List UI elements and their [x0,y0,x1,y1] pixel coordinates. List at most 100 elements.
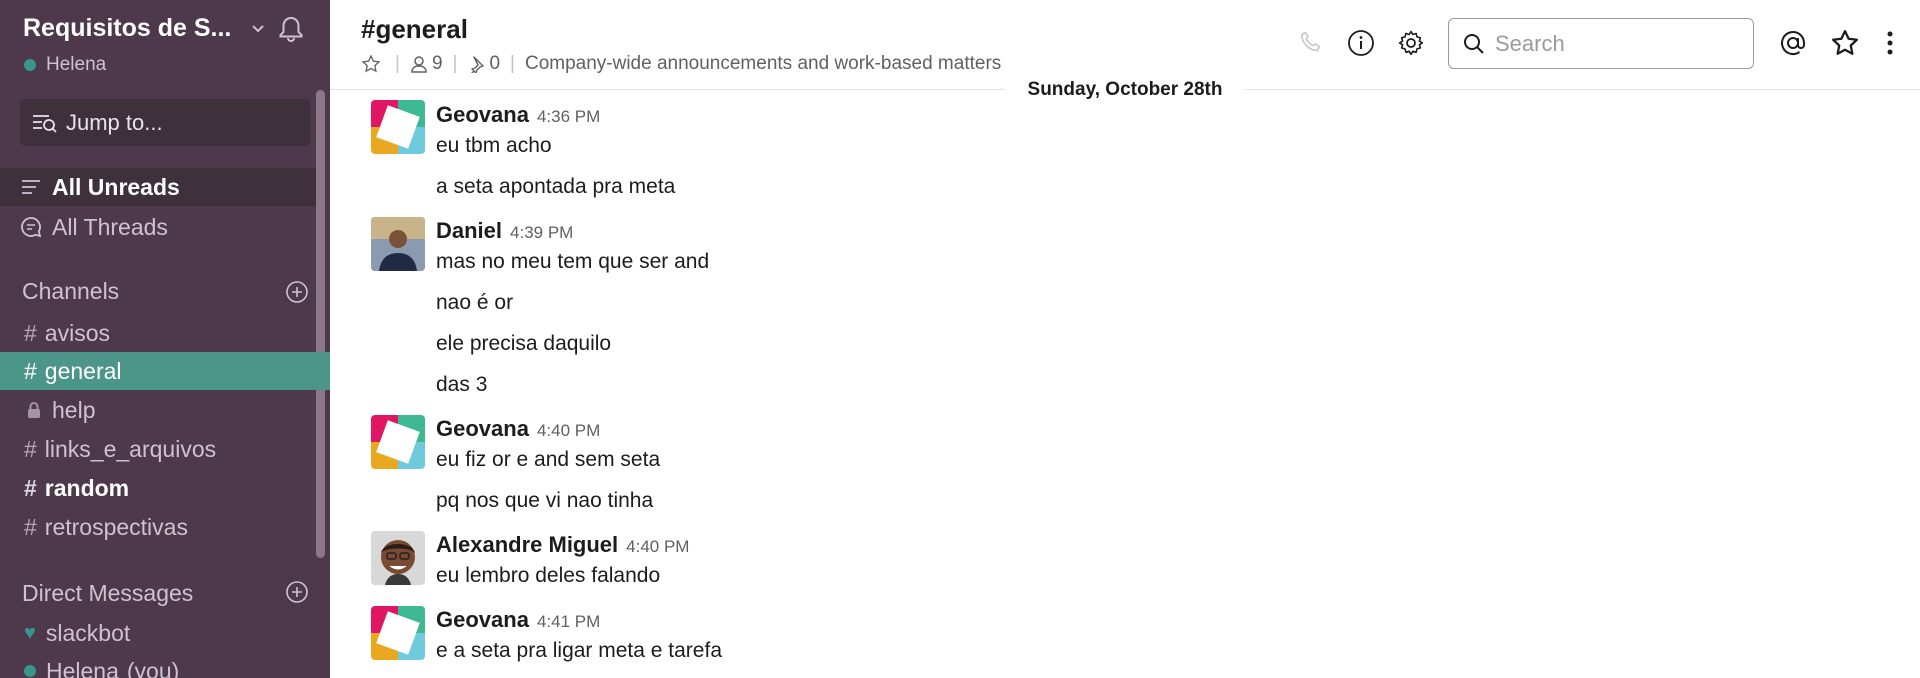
member-count: 9 [431,53,443,74]
message-text: e a seta pra ligar meta e tarefa [436,639,722,662]
channel-label: links_e_arquivos [44,435,217,462]
search-input[interactable] [1495,30,1735,57]
chevron-down-icon[interactable] [250,20,266,36]
user-photo-icon [371,531,425,585]
pinned-count-button[interactable]: 0 [467,53,500,75]
jump-to-input[interactable]: Jump to... [20,99,310,146]
more-options-button[interactable] [1875,28,1905,58]
add-direct-message-icon[interactable] [285,580,309,604]
heart-icon: ♥ [24,621,36,644]
channel-meta: | 9 | 0 | Company-wide announcements and… [361,53,1001,75]
member-icon [411,56,427,73]
message-timestamp[interactable]: 4:40 PM [626,537,689,557]
presence-dot-icon [24,59,36,71]
sidebar-item-random[interactable]: # random [0,469,330,507]
pinned-count: 0 [489,53,501,74]
message-text: pq nos que vi nao tinha [436,489,654,512]
sidebar-item-avisos[interactable]: # avisos [0,314,330,352]
message-text: nao é or [436,291,514,314]
member-count-button[interactable]: 9 [410,53,443,75]
team-name[interactable]: Requisitos de S... [23,14,231,43]
dm-label: slackbot [45,619,131,646]
current-user-name: Helena [46,54,107,75]
meta-separator: | [452,53,458,74]
threads-icon [20,216,42,238]
channels-heading[interactable]: Channels [22,278,119,305]
sidebar-item-retrospectivas[interactable]: # retrospectivas [0,508,330,546]
avatar[interactable] [371,606,425,660]
at-sign-icon [1781,31,1805,55]
user-presence[interactable]: Helena [24,54,106,76]
message-header: Geovana 4:36 PM [436,102,600,128]
message-timestamp[interactable]: 4:41 PM [537,612,600,632]
message-list: Geovana 4:36 PM eu tbm acho a seta apont… [330,90,1920,678]
star-icon [361,54,381,73]
message-text: das 3 [436,373,488,396]
message-author[interactable]: Alexandre Miguel [436,532,618,558]
sidebar-item-slackbot[interactable]: ♥ slackbot [0,614,330,652]
gear-icon [1398,30,1424,56]
hash-icon: # [24,513,37,540]
lock-icon [28,402,40,418]
jump-to-placeholder: Jump to... [66,109,163,135]
channel-label: general [44,357,122,384]
star-icon [1832,30,1858,55]
direct-messages-heading[interactable]: Direct Messages [22,580,193,607]
hash-icon: # [24,357,37,384]
avatar[interactable] [371,415,425,469]
user-photo-icon [371,217,425,271]
avatar[interactable] [371,531,425,585]
search-icon [1464,33,1484,54]
search-field[interactable] [1448,18,1754,69]
message-author[interactable]: Geovana [436,102,529,128]
avatar[interactable] [371,217,425,271]
call-button[interactable] [1296,28,1326,58]
unreads-icon [20,176,42,198]
sidebar-item-helena[interactable]: Helena (you) [0,652,330,678]
message-header: Alexandre Miguel 4:40 PM [436,532,689,558]
slack-logo-avatar-icon [371,606,425,660]
message-timestamp[interactable]: 4:36 PM [537,107,600,127]
dm-you-suffix: (you) [126,657,180,678]
message-header: Daniel 4:39 PM [436,218,573,244]
message-text: ele precisa daquilo [436,332,612,355]
avatar[interactable] [371,100,425,154]
message-timestamp[interactable]: 4:40 PM [537,421,600,441]
message-header: Geovana 4:40 PM [436,416,600,442]
bell-icon[interactable] [276,14,306,44]
channel-label: retrospectivas [44,513,188,540]
message-author[interactable]: Daniel [436,218,502,244]
message-text: eu tbm acho [436,134,552,157]
presence-dot-icon [24,665,36,677]
sidebar-item-general[interactable]: # general [0,352,330,390]
message-timestamp[interactable]: 4:39 PM [510,223,573,243]
message-text: eu fiz or e and sem seta [436,448,661,471]
sidebar-item-label: All Unreads [52,173,180,200]
channel-settings-button[interactable] [1396,28,1426,58]
message-text: a seta apontada pra meta [436,175,676,198]
hash-icon: # [24,474,37,501]
mentions-button[interactable] [1778,28,1808,58]
slack-logo-avatar-icon [371,100,425,154]
sidebar-item-links-e-arquivos[interactable]: # links_e_arquivos [0,430,330,468]
star-channel-button[interactable] [361,54,385,74]
sidebar-item-all-threads[interactable]: All Threads [0,208,316,246]
message-header: Geovana 4:41 PM [436,607,600,633]
channel-label: avisos [44,319,110,346]
channel-details-button[interactable] [1346,28,1376,58]
dm-label: Helena [46,657,119,678]
message-author[interactable]: Geovana [436,607,529,633]
channel-topic[interactable]: Company-wide announcements and work-base… [525,53,1001,75]
sidebar-item-all-unreads[interactable]: All Unreads [0,168,316,206]
message-text: eu lembro deles falando [436,564,661,587]
channel-title[interactable]: #general [361,14,468,45]
info-icon [1348,30,1374,56]
hash-icon: # [24,435,37,462]
add-channel-icon[interactable] [285,280,309,304]
message-author[interactable]: Geovana [436,416,529,442]
sidebar-item-help[interactable]: help [0,391,330,429]
starred-items-button[interactable] [1830,28,1860,58]
sidebar-item-label: All Threads [52,213,168,240]
sidebar: Requisitos de S... Helena Jump to... All… [0,0,330,678]
channel-label: help [52,396,96,423]
